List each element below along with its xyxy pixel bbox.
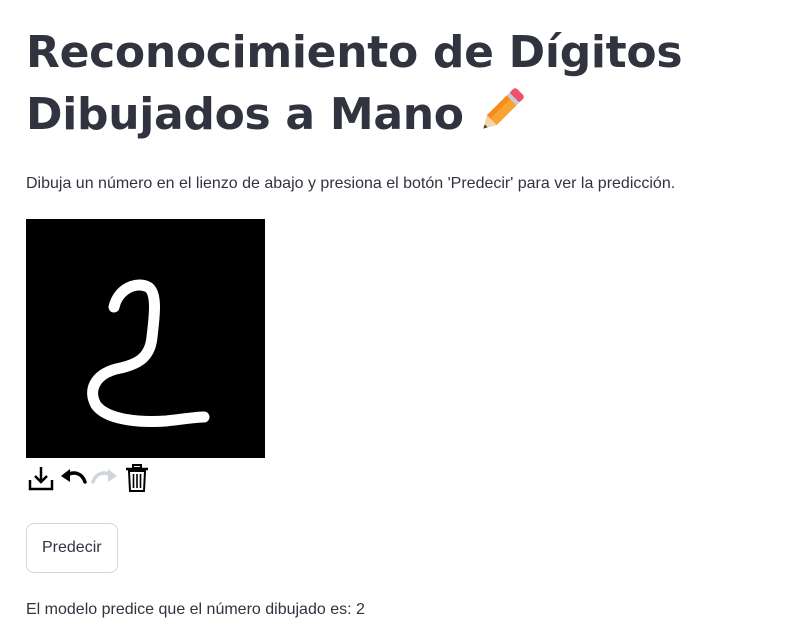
pencil-icon — [470, 80, 532, 142]
prediction-result-text: El modelo predice que el número dibujado… — [26, 601, 365, 618]
instructions-text: Dibuja un número en el lienzo de abajo y… — [26, 175, 676, 192]
drawing-canvas[interactable] — [26, 219, 265, 458]
redo-icon — [91, 469, 117, 484]
trash-icon — [126, 464, 148, 492]
download-button[interactable] — [26, 462, 56, 494]
undo-icon — [61, 469, 87, 484]
download-icon — [28, 467, 54, 491]
drawn-digit-stroke — [87, 279, 210, 427]
canvas-toolbar — [26, 462, 152, 494]
predict-button[interactable]: Predecir — [26, 523, 118, 573]
clear-canvas-button[interactable] — [122, 462, 152, 494]
undo-button[interactable] — [58, 462, 88, 494]
page-title: Reconocimiento de Dígitos Dibujados a Ma… — [26, 22, 786, 148]
page-title-text: Reconocimiento de Dígitos Dibujados a Ma… — [26, 27, 683, 140]
redo-button[interactable] — [90, 462, 120, 494]
app-page: Reconocimiento de Dígitos Dibujados a Ma… — [0, 0, 800, 642]
